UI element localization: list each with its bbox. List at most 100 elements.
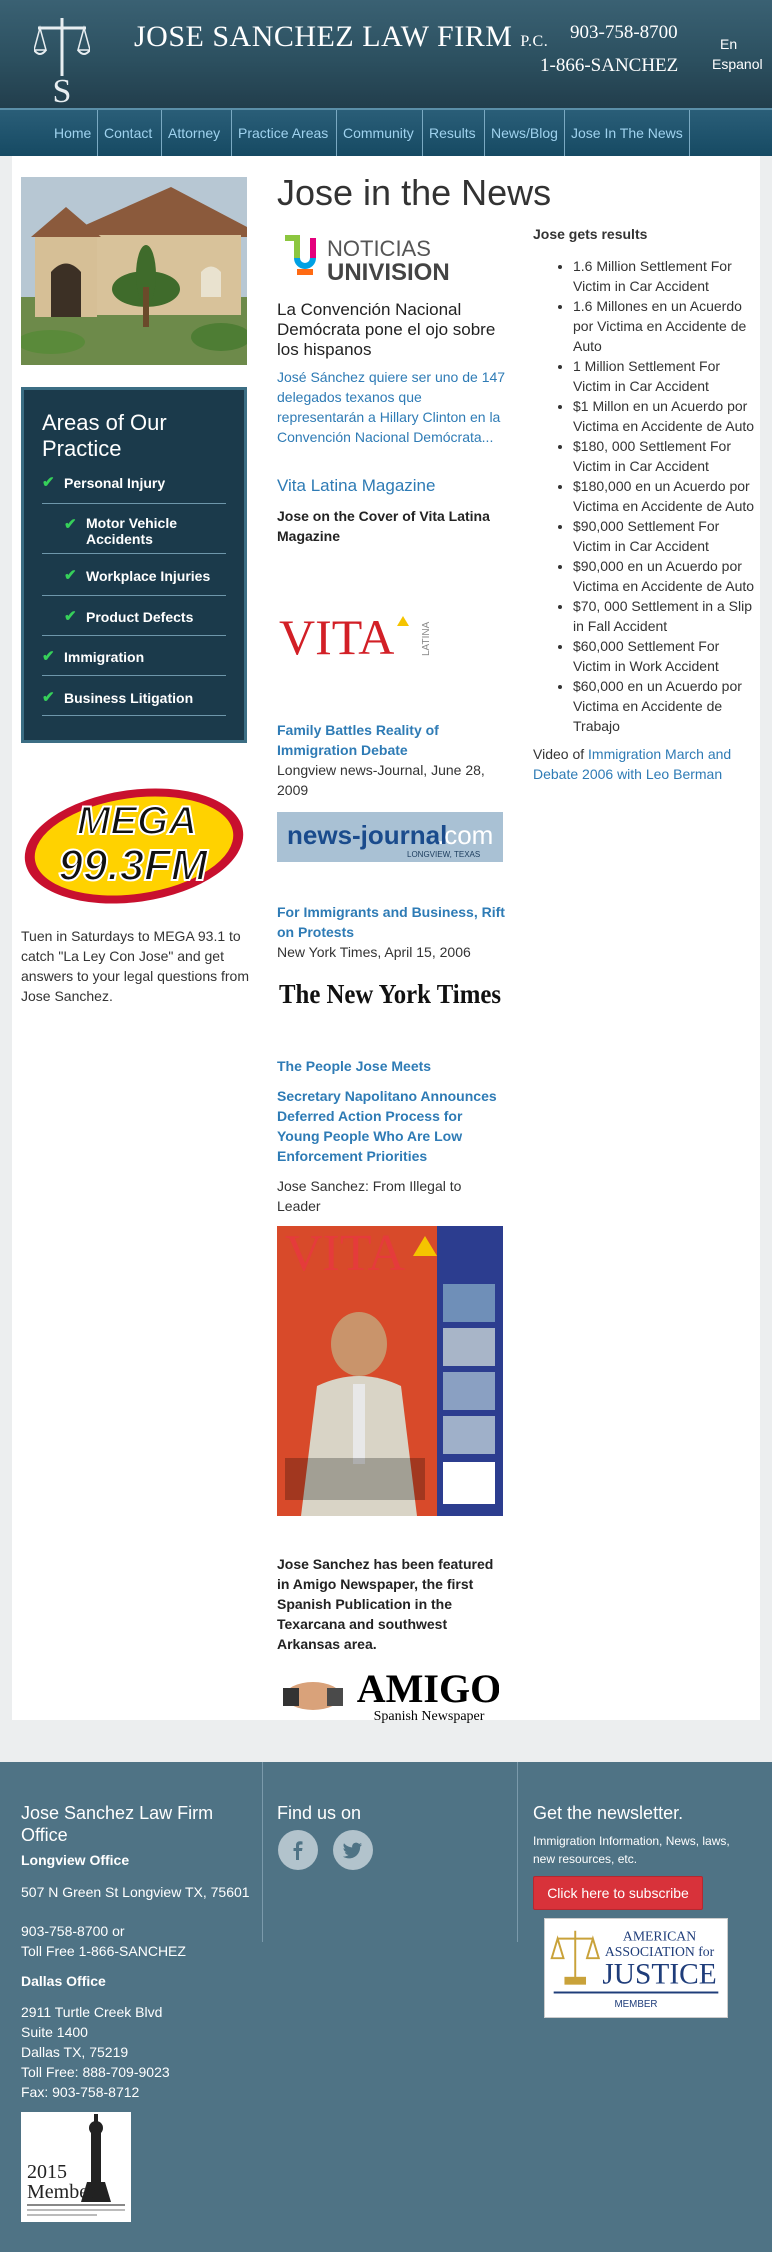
result-item: $90,000 en un Acuerdo por Victima en Acc… — [573, 556, 757, 596]
dallas-fax-line: Fax: 903-758-8712 — [21, 2084, 140, 2100]
dallas-address-line: 2911 Turtle Creek Blvd — [21, 2004, 163, 2020]
practice-area-label: Workplace Injuries — [86, 568, 211, 584]
vita-cover-masthead: VITA — [285, 1226, 405, 1282]
amigo-featured-text: Jose Sanchez has been featured in Amigo … — [277, 1556, 494, 1652]
nav-results[interactable]: Results — [422, 110, 482, 156]
dallas-office-title: Dallas Office — [21, 1973, 106, 1989]
checkmark-icon: ✔ — [42, 474, 55, 491]
aaj-line3: JUSTICE — [602, 1959, 716, 1991]
nav-contact[interactable]: Contact — [97, 110, 158, 156]
language-spanish-link[interactable]: Espanol — [712, 56, 763, 72]
phone-secondary[interactable]: 1-866-SANCHEZ — [540, 55, 678, 77]
dallas-suite-line: Suite 1400 — [21, 2024, 88, 2040]
dallas-city-line: Dallas TX, 75219 — [21, 2044, 129, 2060]
noticias-univision-logo[interactable]: NOTICIAS UNIVISION — [283, 232, 493, 284]
news-family-battles-meta: Longview news-Journal, June 28, 2009 — [277, 762, 485, 798]
main-navigation: Home Contact Attorney Practice Areas Com… — [0, 108, 772, 156]
checkmark-icon: ✔ — [64, 567, 77, 584]
office-building-photo — [21, 177, 247, 365]
longview-tollfree-line[interactable]: Toll Free 1-866-SANCHEZ — [21, 1941, 186, 1961]
longview-address-line: 507 N Green St Longview TX, 75601 — [21, 1884, 250, 1900]
newsletter-description: Immigration Information, News, laws, new… — [533, 1834, 730, 1866]
practice-areas-title: Areas of Our Practice — [42, 410, 167, 461]
amigo-newspaper-logo[interactable]: AMIGO Spanish Newspaper — [279, 1662, 499, 1724]
newsletter-title: Get the newsletter. — [533, 1803, 684, 1823]
practice-area-workplace-injuries[interactable]: ✔ Workplace Injuries — [42, 560, 226, 596]
nav-news-blog[interactable]: News/Blog — [484, 110, 564, 156]
univision-logo-top: NOTICIAS — [327, 236, 431, 261]
people-jose-meets-link[interactable]: The People Jose Meets — [277, 1056, 507, 1076]
convention-article-link[interactable]: José Sánchez quiere ser uno de 147 deleg… — [277, 367, 507, 447]
news-family-battles-link[interactable]: Family Battles Reality of Immigration De… — [277, 720, 507, 760]
vita-latina-link[interactable]: Vita Latina Magazine — [277, 476, 435, 496]
twitter-icon — [343, 1842, 362, 1859]
result-item: $70, 000 Settlement in a Slip in Fall Ac… — [573, 596, 757, 636]
practice-area-personal-injury[interactable]: ✔ Personal Injury — [42, 470, 226, 504]
video-text: Video of Immigration March and Debate 20… — [533, 744, 753, 784]
practice-area-motor-vehicle[interactable]: ✔ Motor Vehicle Accidents — [42, 510, 226, 554]
firm-suffix: P.C. — [520, 33, 549, 50]
page-title: Jose in the News — [277, 172, 552, 213]
news-immigrants-business-link[interactable]: For Immigrants and Business, Rift on Pro… — [277, 902, 507, 942]
nav-jose-in-the-news[interactable]: Jose In The News — [564, 110, 690, 156]
results-list: 1.6 Million Settlement For Victim in Car… — [553, 256, 757, 736]
video-prefix: Video of — [533, 746, 589, 762]
illegal-to-leader-text: Jose Sanchez: From Illegal to Leader — [277, 1178, 462, 1214]
practice-area-label: Business Litigation — [64, 690, 194, 706]
mega-logo-bottom: 99.3FM — [58, 841, 209, 890]
scales-of-justice-logo[interactable]: S — [34, 14, 90, 104]
membership-2015-badge: 2015 Member — [21, 2112, 131, 2222]
aaj-line1: AMERICAN — [623, 1929, 696, 1944]
longview-phone-line[interactable]: 903-758-8700 or — [21, 1921, 125, 1941]
vita-cover-caption: Jose on the Cover of Vita Latina Magazin… — [277, 508, 490, 544]
vita-logo-sub: LATINA — [421, 621, 432, 656]
results-title: Jose gets results — [533, 226, 648, 242]
convention-headline: La Convención Nacional Demócrata pone el… — [277, 300, 496, 359]
nj-logo-com: .com — [437, 820, 493, 850]
result-item: 1.6 Million Settlement For Victim in Car… — [573, 256, 757, 296]
practice-area-product-defects[interactable]: ✔ Product Defects — [42, 602, 226, 636]
amigo-logo-text: AMIGO — [357, 1666, 499, 1711]
facebook-button[interactable] — [278, 1830, 318, 1870]
nyt-logo-text: The New York Times — [279, 979, 501, 1009]
american-association-for-justice-logo[interactable]: AMERICAN ASSOCIATION for JUSTICE MEMBER — [544, 1918, 728, 2018]
facebook-icon — [293, 1841, 303, 1860]
amigo-logo-sub: Spanish Newspaper — [374, 1709, 485, 1724]
vita-latina-logo[interactable]: VITA LATINA — [279, 610, 439, 662]
checkmark-icon: ✔ — [64, 608, 77, 625]
nav-community[interactable]: Community — [336, 110, 420, 156]
aaj-line4: MEMBER — [614, 1999, 657, 2010]
new-york-times-logo[interactable]: The New York Times — [277, 975, 503, 1011]
news-journal-logo[interactable]: news-journal .com LONGVIEW, TEXAS — [277, 812, 503, 862]
vita-latina-cover-image[interactable]: VITA — [277, 1226, 503, 1516]
practice-area-label: Product Defects — [86, 609, 194, 625]
napolitano-article-link[interactable]: Secretary Napolitano Announces Deferred … — [277, 1086, 507, 1166]
site-header: S JOSE SANCHEZ LAW FIRM P.C. 903-758-870… — [0, 0, 772, 108]
practice-area-business-litigation[interactable]: ✔ Business Litigation — [42, 682, 226, 716]
subscribe-button[interactable]: Click here to subscribe — [533, 1876, 703, 1910]
checkmark-icon: ✔ — [42, 648, 55, 665]
language-english-link[interactable]: En — [720, 36, 737, 52]
firm-name[interactable]: JOSE SANCHEZ LAW FIRM P.C. — [134, 20, 548, 54]
result-item: $60,000 Settlement For Victim in Work Ac… — [573, 636, 757, 676]
phone-primary[interactable]: 903-758-8700 — [570, 22, 678, 44]
result-item: 1 Million Settlement For Victim in Car A… — [573, 356, 757, 396]
practice-area-immigration[interactable]: ✔ Immigration — [42, 642, 226, 676]
practice-areas-panel: Areas of Our Practice ✔ Personal Injury … — [21, 387, 247, 743]
member-badge-year: 2015 — [27, 2161, 67, 2183]
nav-practice-areas[interactable]: Practice Areas — [231, 110, 334, 156]
svg-text:S: S — [53, 73, 72, 104]
nj-logo-text: news-journal — [287, 820, 447, 850]
mega-radio-text: Tuen in Saturdays to MEGA 93.1 to catch … — [21, 928, 249, 1004]
practice-area-label: Immigration — [64, 649, 145, 665]
mega-radio-logo[interactable]: MEGA 99.3FM — [21, 782, 247, 908]
dallas-tollfree-line[interactable]: Toll Free: 888-709-9023 — [21, 2062, 170, 2082]
nav-attorney[interactable]: Attorney — [161, 110, 226, 156]
nav-home[interactable]: Home — [48, 110, 97, 156]
twitter-button[interactable] — [333, 1830, 373, 1870]
univision-icon — [285, 235, 316, 275]
result-item: $1 Millon en un Acuerdo por Victima en A… — [573, 396, 757, 436]
footer-divider — [517, 1762, 518, 1942]
footer-office-title: Jose Sanchez Law Firm Office — [21, 1803, 214, 1845]
checkmark-icon: ✔ — [64, 516, 77, 533]
